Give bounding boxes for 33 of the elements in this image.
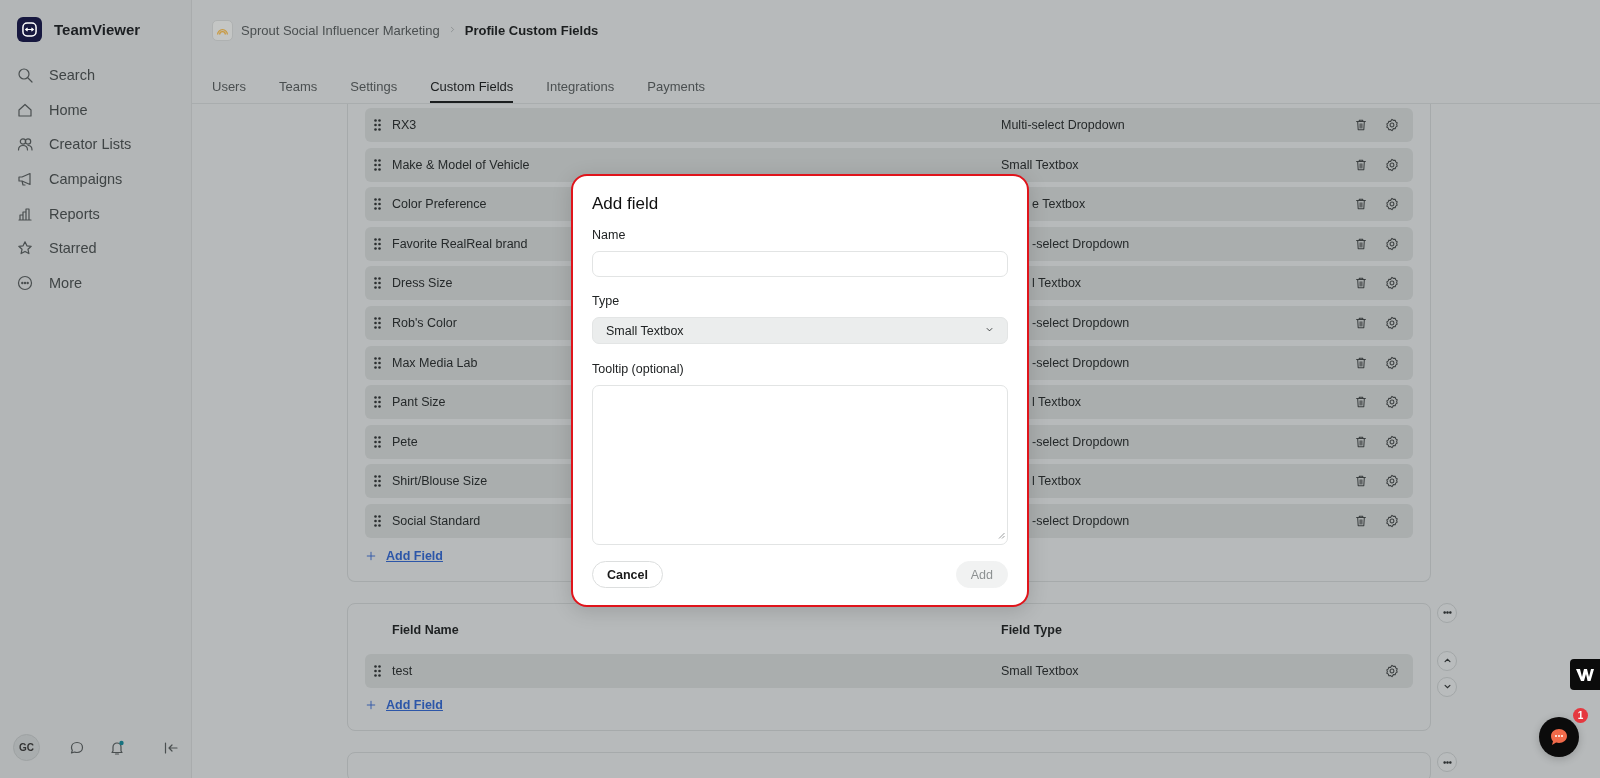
notification-count-badge: 1 bbox=[1573, 708, 1588, 723]
field-type: l Textbox bbox=[1031, 276, 1082, 291]
field-name: RX3 bbox=[392, 118, 417, 132]
brand-name: TeamViewer bbox=[54, 21, 141, 38]
field-name: Max Media Lab bbox=[392, 355, 478, 370]
field-name: Make & Model of Vehicle bbox=[392, 157, 530, 172]
field-name: Favorite RealReal brand bbox=[392, 236, 528, 251]
column-header: Field Type bbox=[1001, 622, 1063, 637]
field-name: Social Standard bbox=[392, 513, 481, 528]
field-name: Pant Size bbox=[392, 395, 446, 410]
field-type: e Textbox bbox=[1031, 197, 1086, 212]
field-type: -select Dropdown bbox=[1031, 236, 1130, 251]
dialog-title: Add field bbox=[592, 194, 660, 214]
column-header: Field Name bbox=[392, 622, 460, 637]
field-type: -select Dropdown bbox=[1031, 513, 1130, 528]
field-name: test bbox=[392, 663, 413, 678]
field-type: l Textbox bbox=[1031, 474, 1082, 489]
field-type: Multi-select Dropdown bbox=[1001, 118, 1125, 132]
field-label: Tooltip (optional) bbox=[592, 362, 685, 376]
field-type: -select Dropdown bbox=[1031, 355, 1130, 370]
field-name: Dress Size bbox=[392, 276, 453, 291]
field-name: Pete bbox=[392, 434, 418, 449]
field-label: Type bbox=[592, 294, 621, 308]
field-type: Small Textbox bbox=[1001, 663, 1079, 678]
field-name: Color Preference bbox=[392, 197, 487, 212]
field-type: l Textbox bbox=[1031, 395, 1082, 410]
field-type: -select Dropdown bbox=[1031, 434, 1130, 449]
field-name: Rob's Color bbox=[392, 315, 457, 330]
field-type: Small Textbox bbox=[1001, 157, 1079, 172]
field-type: -select Dropdown bbox=[1031, 315, 1130, 330]
page-title: Profile Custom Fields bbox=[464, 22, 599, 38]
field-name: Shirt/Blouse Size bbox=[392, 474, 488, 489]
field-label: Name bbox=[592, 228, 627, 242]
